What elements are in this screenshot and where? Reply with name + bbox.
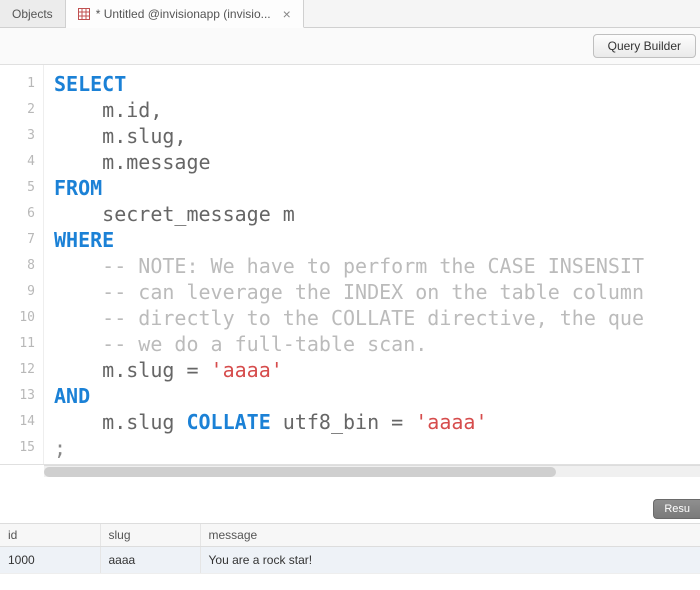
query-builder-button[interactable]: Query Builder — [593, 34, 696, 58]
tab-query[interactable]: * Untitled @invisionapp (invisio... × — [66, 0, 304, 28]
line-gutter: 123 456 789 101112 131415 — [0, 65, 44, 464]
sql-editor[interactable]: 123 456 789 101112 131415 SELECT m.id, m… — [0, 65, 700, 465]
results-tab[interactable]: Resu — [653, 499, 700, 519]
table-row[interactable]: 1000 aaaa You are a rock star! — [0, 547, 700, 574]
results-toolbar: Resu — [0, 495, 700, 523]
cell-slug[interactable]: aaaa — [100, 547, 200, 574]
column-header-slug[interactable]: slug — [100, 524, 200, 547]
column-header-message[interactable]: message — [200, 524, 700, 547]
tab-objects[interactable]: Objects — [0, 0, 66, 27]
tab-label: * Untitled @invisionapp (invisio... — [96, 7, 271, 21]
close-icon[interactable]: × — [283, 7, 291, 21]
cell-id[interactable]: 1000 — [0, 547, 100, 574]
toolbar: Query Builder — [0, 28, 700, 65]
column-header-id[interactable]: id — [0, 524, 100, 547]
table-icon — [78, 8, 90, 20]
horizontal-scrollbar[interactable] — [44, 465, 700, 477]
code-area[interactable]: SELECT m.id, m.slug, m.message FROM secr… — [44, 65, 700, 464]
tab-bar: Objects * Untitled @invisionapp (invisio… — [0, 0, 700, 28]
table-header-row: id slug message — [0, 524, 700, 547]
results-table: id slug message 1000 aaaa You are a rock… — [0, 523, 700, 574]
scrollbar-thumb[interactable] — [44, 467, 556, 477]
cell-message[interactable]: You are a rock star! — [200, 547, 700, 574]
tab-label: Objects — [12, 7, 53, 21]
